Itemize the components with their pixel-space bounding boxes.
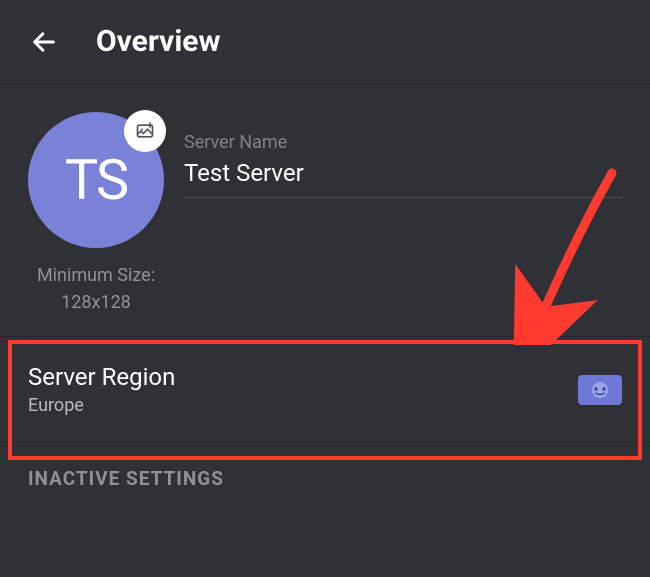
server-name-field[interactable]: Server Name Test Server: [184, 112, 622, 316]
header: Overview: [0, 0, 650, 83]
server-icon-section: TS Minimum Size: 128x128 Server Name Tes…: [0, 84, 650, 336]
avatar-column: TS Minimum Size: 128x128: [28, 112, 164, 316]
arrow-left-icon: [30, 28, 58, 56]
upload-image-button[interactable]: [124, 110, 166, 152]
add-image-icon: [135, 121, 155, 141]
region-flag-icon: [578, 375, 622, 405]
min-size-hint: Minimum Size: 128x128: [37, 262, 155, 316]
inactive-settings-header: INACTIVE SETTINGS: [0, 443, 650, 490]
back-button[interactable]: [28, 26, 60, 58]
server-name-label: Server Name: [184, 132, 622, 153]
server-name-input[interactable]: Test Server: [184, 159, 622, 198]
region-text: Server Region Europe: [28, 363, 175, 416]
region-title: Server Region: [28, 363, 175, 391]
min-size-value: 128x128: [37, 289, 155, 316]
page-title: Overview: [96, 24, 221, 59]
avatar-wrapper[interactable]: TS: [28, 112, 164, 248]
min-size-label: Minimum Size:: [37, 262, 155, 289]
region-value: Europe: [28, 395, 175, 416]
europe-flag-icon: [584, 380, 616, 400]
server-region-row[interactable]: Server Region Europe: [0, 337, 650, 442]
